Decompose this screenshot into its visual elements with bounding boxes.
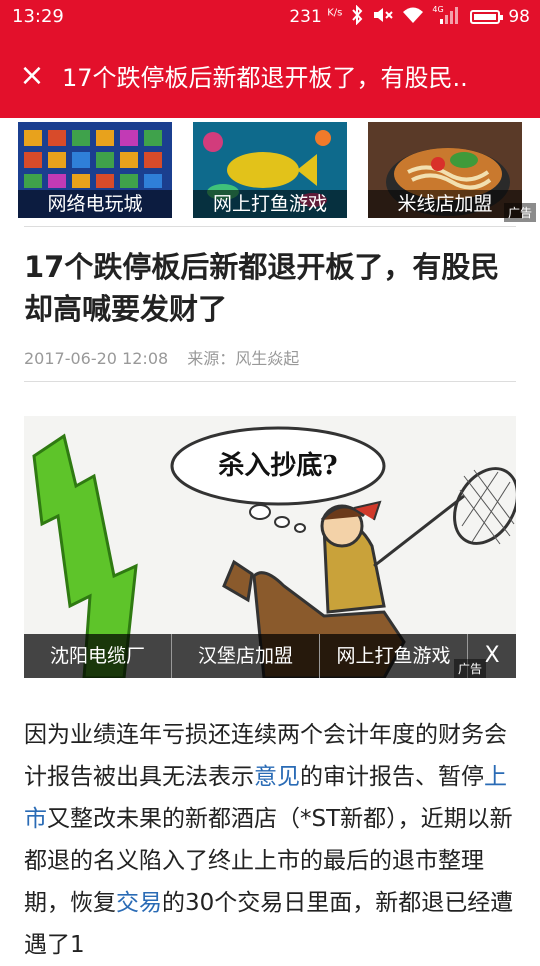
signal-icon: 4G — [432, 5, 462, 30]
ad-label: 广告 — [453, 659, 486, 678]
ad-caption: 网上打鱼游戏 — [193, 190, 347, 218]
ad-caption: 网络电玩城 — [18, 190, 172, 218]
article-headline: 17个跌停板后新都退开板了，有股民却高喊要发财了 — [24, 250, 500, 326]
status-time: 13:29 — [12, 6, 64, 27]
divider — [24, 226, 516, 227]
status-icons: 231 K/s 4G 98 — [289, 4, 530, 30]
title-bar: × 17个跌停板后新都退开板了，有股民.. — [0, 34, 540, 118]
image-ad-item[interactable]: 汉堡店加盟 — [172, 634, 320, 678]
mute-icon — [372, 6, 394, 29]
image-ad-item[interactable]: 网上打鱼游戏 — [320, 634, 468, 678]
network-speed: 231 K/s — [289, 7, 343, 27]
bubble-text: 杀入抄底? — [218, 450, 337, 481]
link-yijian[interactable]: 意见 — [254, 764, 300, 790]
ad-caption: 米线店加盟 — [368, 190, 522, 218]
battery-icon — [470, 10, 504, 24]
ad-label: 广告 — [503, 203, 536, 222]
article-body: 因为业绩连年亏损还连续两个会计年度的财务会计报告被出具无法表示意见的审计报告、暂… — [24, 722, 514, 958]
ad-card[interactable]: 米线店加盟 — [368, 122, 522, 218]
status-bar: 13:29 231 K/s 4G 98 — [0, 0, 540, 34]
network-type: 4G — [432, 4, 444, 14]
ad-card[interactable]: 网上打鱼游戏 — [193, 122, 347, 218]
article-date: 2017-06-20 12:08 — [24, 349, 169, 368]
battery-percent: 98 — [508, 7, 530, 27]
image-ad-bar: 沈阳电缆厂 汉堡店加盟 网上打鱼游戏 X — [24, 634, 516, 678]
image-ad-item[interactable]: 沈阳电缆厂 — [24, 634, 172, 678]
article-image: 杀入抄底? 沈阳电缆厂 汉堡店加盟 网上打鱼游戏 X 广告 — [24, 416, 516, 678]
page-title: 17个跌停板后新都退开板了，有股民.. — [62, 64, 468, 92]
close-icon[interactable]: × — [18, 61, 46, 91]
link-jiaoyi[interactable]: 交易 — [116, 890, 162, 916]
article-source: 来源：风生焱起 — [187, 349, 300, 368]
divider — [24, 381, 516, 382]
ad-strip: 网络电玩城 网上打鱼游戏 米线店加盟 广告 — [0, 118, 540, 224]
bluetooth-icon — [350, 4, 364, 30]
article-meta: 2017-06-20 12:08 来源：风生焱起 — [24, 345, 299, 369]
wifi-icon — [402, 6, 424, 29]
ad-card[interactable]: 网络电玩城 — [18, 122, 172, 218]
